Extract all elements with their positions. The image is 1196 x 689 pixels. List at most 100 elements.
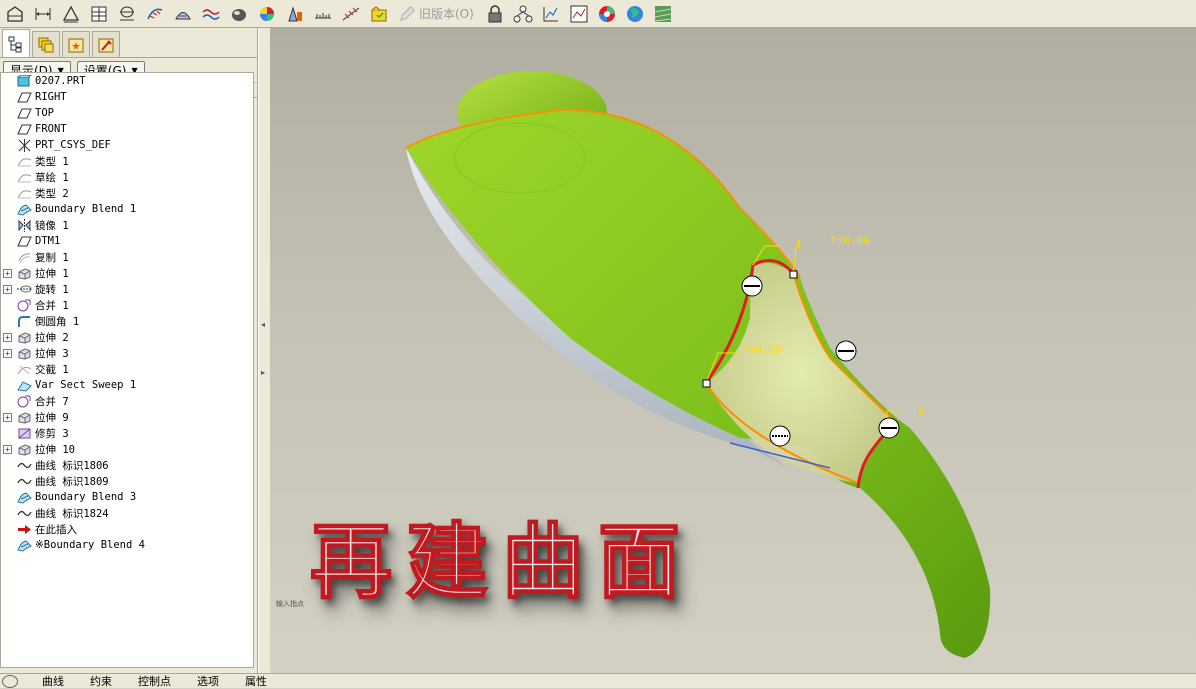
curvature-icon[interactable] [198,2,224,26]
tree-item-label: 曲线 标识1824 [35,507,109,520]
expand-icon[interactable]: + [3,348,12,358]
tree-item[interactable]: 草绘 1 [1,169,69,185]
part-icon [16,74,32,88]
tree-item-label: 曲线 标识1806 [35,459,109,472]
tree-item[interactable]: 类型 2 [1,185,69,201]
drag-handle[interactable] [835,340,857,362]
ruler-icon[interactable] [310,2,336,26]
csys-icon [16,138,32,152]
expand-right-icon[interactable]: ▸ [261,368,268,382]
sweep-analysis-icon[interactable] [338,2,364,26]
plot-icon[interactable] [538,2,564,26]
tab-options[interactable]: 选项 [197,673,219,689]
tree-item[interactable]: Boundary Blend 3 [1,489,136,505]
expand-icon[interactable]: + [3,412,12,422]
tab-properties[interactable]: 属性 [245,673,267,689]
tree-item-label: DTM1 [35,235,61,247]
tree-item-label: Boundary Blend 1 [35,203,137,215]
tree-item-label: 在此插入 [35,523,77,536]
tree-item[interactable]: PRT_CSYS_DEF [1,137,111,153]
shade-analysis-icon[interactable] [226,2,252,26]
tree-item[interactable]: FRONT [1,121,67,137]
datum-plane-icon [16,106,32,120]
tree-item[interactable]: 合并 7 [1,393,69,409]
trim-icon [16,426,32,440]
boundary-blend-icon [16,202,32,216]
dimension-icon[interactable] [30,2,56,26]
tree-item[interactable]: 合并 1 [1,297,69,313]
tree-item[interactable]: 倒圆角 1 [1,313,79,329]
panel-splitter[interactable]: ◂ ▸ [258,28,270,673]
tree-item[interactable]: + 拉伸 2 [1,329,69,345]
expand-icon[interactable]: + [3,284,12,294]
extrude-icon [16,442,32,456]
tab-curves[interactable]: 曲线 [42,673,64,689]
tab-control-points[interactable]: 控制点 [138,673,171,689]
tree-item[interactable]: 类型 1 [1,153,69,169]
control-point-top[interactable] [789,270,798,279]
tree-item-label: 旋转 1 [35,283,69,296]
datum-plane-icon[interactable] [2,2,28,26]
tree-item[interactable]: TOP [1,105,54,121]
layers-tab[interactable] [32,31,60,57]
tree-item[interactable]: 复制 1 [1,249,69,265]
overlay-title: 再建曲面 [309,513,695,611]
t-label-top: T=0.00 [830,236,870,248]
texture-icon[interactable] [650,2,676,26]
tree-item[interactable]: 镜像 1 [1,217,69,233]
measure-icon[interactable] [282,2,308,26]
tree-item-label: 0207.PRT [35,75,86,87]
tree-item[interactable]: + 拉伸 9 [1,409,69,425]
boundary-blend-icon [16,490,32,504]
draft-analysis-icon[interactable] [170,2,196,26]
tree-item[interactable]: Boundary Blend 1 [1,201,136,217]
sketch-icon [16,154,32,168]
model-tree-tab[interactable] [2,29,30,57]
color-map-icon[interactable] [254,2,280,26]
control-point-mid[interactable] [702,379,711,388]
tree-item[interactable]: 交截 1 [1,361,69,377]
curve-analysis-icon[interactable] [142,2,168,26]
graph-icon[interactable] [566,2,592,26]
triangle-icon[interactable] [58,2,84,26]
tree-item[interactable]: 在此插入 [1,521,77,537]
expand-icon[interactable]: + [3,268,12,278]
tools-tab[interactable] [92,31,120,57]
tree-item-label: Var Sect Sweep 1 [35,379,137,391]
tree-item[interactable]: 曲线 标识1824 [1,505,109,521]
tree-item[interactable]: 修剪 3 [1,425,69,441]
extrude-icon [16,266,32,280]
star-tab[interactable] [62,31,90,57]
tree-item-label: 类型 2 [35,187,69,200]
tree-item[interactable]: 0207.PRT [1,73,86,89]
tree-item-label: ※Boundary Blend 4 [35,539,145,551]
drag-handle[interactable] [741,275,763,297]
expand-icon[interactable]: + [3,332,12,342]
drag-handle[interactable] [769,425,791,447]
tree-item[interactable]: 曲线 标识1809 [1,473,109,489]
lock-icon[interactable] [482,2,508,26]
expand-icon[interactable]: + [3,444,12,454]
tree-item[interactable]: + 拉伸 3 [1,345,69,361]
table-icon[interactable] [86,2,112,26]
collapse-left-icon[interactable]: ◂ [261,320,268,334]
tree-item[interactable]: + 拉伸 10 [1,441,75,457]
curve-icon [16,506,32,520]
globe-icon[interactable] [622,2,648,26]
color-wheel-icon[interactable] [594,2,620,26]
tree-item[interactable]: Var Sect Sweep 1 [1,377,136,393]
tree-item[interactable]: + 拉伸 1 [1,265,69,281]
tree-item[interactable]: DTM1 [1,233,60,249]
tree-item-label: 拉伸 9 [35,411,69,424]
tree-item[interactable]: RIGHT [1,89,67,105]
mirror-icon [16,218,32,232]
old-version-button[interactable]: 旧版本(O) [394,2,478,26]
tree-item[interactable]: 曲线 标识1806 [1,457,109,473]
drag-handle[interactable] [878,417,900,439]
tree-item[interactable]: ※Boundary Blend 4 [1,537,145,553]
folder-check-icon[interactable] [366,2,392,26]
tree-item[interactable]: + 旋转 1 [1,281,69,297]
section-icon[interactable] [114,2,140,26]
tab-constraints[interactable]: 约束 [90,673,112,689]
network-icon[interactable] [510,2,536,26]
